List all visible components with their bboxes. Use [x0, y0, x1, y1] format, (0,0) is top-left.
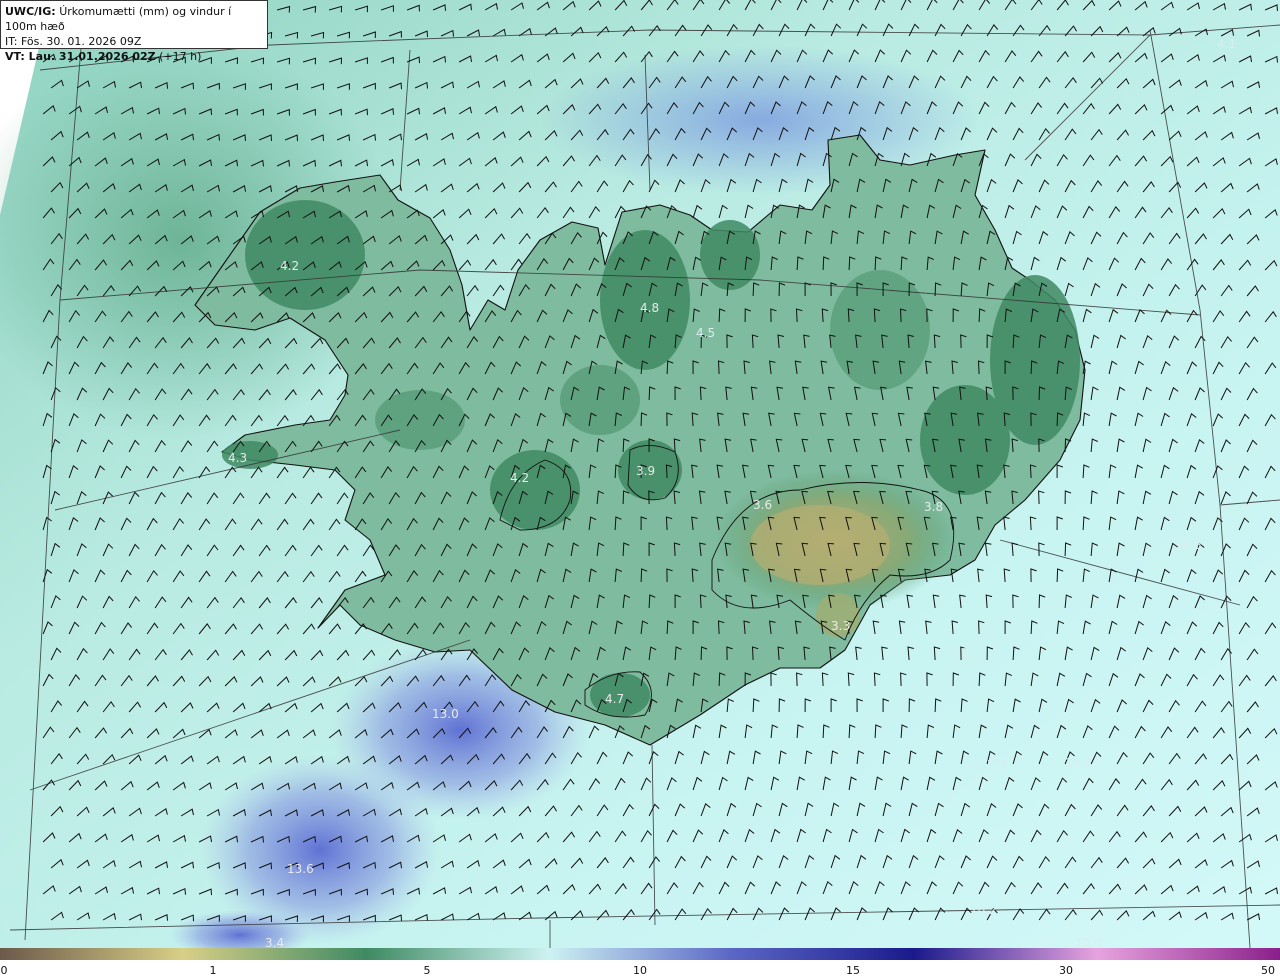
peak-east-ocean: 10.5 [1175, 538, 1202, 552]
peak-far-sw-ocean: 13.6 [287, 862, 314, 876]
peak-se-ocean-2: 10.3 [1065, 756, 1092, 770]
model-name: UWC/IG: [5, 5, 56, 18]
peak-sw-ocean: 13.0 [432, 707, 459, 721]
peak-se-ocean: 7.9 [987, 758, 1006, 772]
forecast-hour: (+17 h) [159, 50, 202, 63]
peak-north-inland: 4.5 [696, 326, 715, 340]
valid-time-line: VT: Lau. 31.01.2026 02Z (+17 h) [5, 49, 263, 64]
peak-vatnajokull-east: 3.8 [924, 500, 943, 514]
peak-south-ocean-2: 10.3 [1075, 936, 1102, 948]
title-line: UWC/IG: Úrkomumætti (mm) og vindur í 100… [5, 4, 263, 34]
precipitation-wind-map[interactable]: 4.2 4.8 4.3 4.2 3.9 3.6 3.8 3.3 4.7 13.0… [0, 0, 1280, 948]
peak-ne-ocean: 4.1 [1217, 37, 1236, 51]
colorbar-tick: 1 [209, 964, 217, 977]
colorbar-tick: 30 [1059, 964, 1073, 977]
colorbar-tick: 50 [1261, 964, 1275, 977]
colorbar-tick: 0 [0, 964, 8, 977]
peak-myrdalsjokull: 4.7 [605, 692, 624, 706]
colorbar-tick: 15 [846, 964, 860, 977]
peak-westfjords: 4.2 [280, 259, 299, 273]
peak-trollaskagi: 4.8 [640, 301, 659, 315]
peak-hofsjokull: 3.9 [636, 464, 655, 478]
peak-snaefellsnes: 4.3 [228, 451, 247, 465]
valid-time: VT: Lau. 31.01.2026 02Z [5, 50, 156, 63]
peak-south-ocean: 10.2 [970, 903, 997, 917]
peak-se-mid: 8.2 [950, 646, 969, 660]
peak-vatnajokull-west: 3.6 [753, 498, 772, 512]
issue-time: IT: Fös. 30. 01. 2026 09Z [5, 35, 142, 48]
peak-langjokull: 4.2 [510, 471, 529, 485]
map-info-box: UWC/IG: Úrkomumætti (mm) og vindur í 100… [0, 0, 268, 63]
peak-sw-bottom: 3.4 [265, 936, 284, 948]
peak-oraefajokull: 3.3 [831, 619, 850, 633]
colorbar-ramp [0, 948, 1280, 960]
colorbar: 0 1 5 10 15 30 50 [0, 948, 1280, 978]
colorbar-tick: 5 [423, 964, 431, 977]
colorbar-tick: 10 [633, 964, 647, 977]
